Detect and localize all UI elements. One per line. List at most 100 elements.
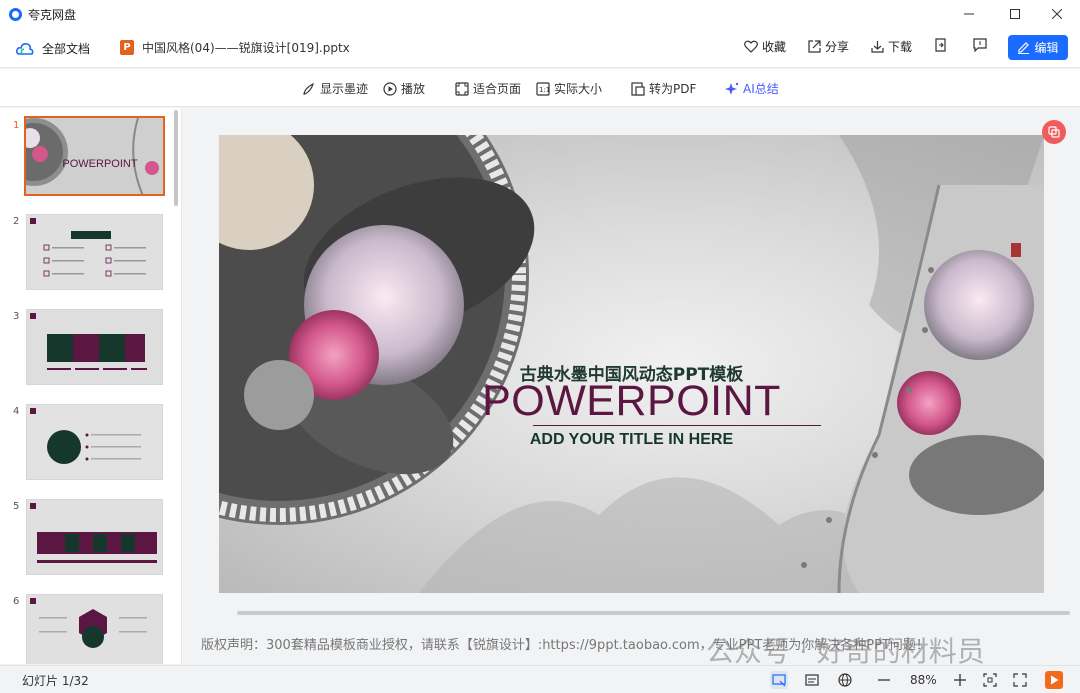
title-bar: 夸克网盘	[0, 0, 1080, 28]
thumb-number: 2	[13, 216, 20, 227]
slide-canvas: 古典水墨中国风动态PPT模板 POWERPOINT ADD YOUR TITLE…	[219, 135, 1044, 593]
fullscreen-icon	[1013, 673, 1027, 687]
globe-icon	[838, 673, 852, 687]
slide-thumbnail-6[interactable]	[26, 594, 163, 664]
fullscreen-button[interactable]	[1011, 671, 1029, 689]
show-ink-label: 显示墨迹	[320, 82, 369, 96]
notes-view-button[interactable]	[803, 671, 821, 689]
thumb-1-graphic: POWERPOINT	[26, 118, 163, 194]
app-logo-icon	[9, 7, 22, 21]
slide-thumbnail-2[interactable]	[26, 214, 163, 290]
favorite-button[interactable]: 收藏	[744, 38, 786, 55]
fit-page-button[interactable]: 适合页面	[455, 80, 521, 97]
horizontal-scrollbar[interactable]	[237, 611, 1070, 615]
close-icon	[1052, 9, 1062, 19]
plus-icon	[954, 674, 966, 686]
heart-icon	[744, 40, 758, 53]
zoom-out-button[interactable]	[875, 671, 893, 689]
svg-text:1:1: 1:1	[539, 86, 550, 94]
file-title: P 中国风格(04)——锐旗设计[019].pptx	[120, 39, 350, 56]
pdf-convert-icon	[631, 81, 645, 96]
slide-thumbnail-panel: 1 POWERPOINT 2 3 4 5 6	[0, 108, 182, 664]
thumb-number: 3	[13, 311, 20, 322]
slide-tagline: ADD YOUR TITLE IN HERE	[529, 431, 734, 448]
all-docs-link[interactable]: 全部文档	[16, 40, 90, 57]
share-button[interactable]: 分享	[808, 38, 849, 55]
zoom-level: 88%	[910, 673, 937, 687]
show-ink-button[interactable]: 显示墨迹	[302, 80, 368, 97]
open-external-button[interactable]	[934, 38, 947, 52]
download-icon	[871, 41, 884, 53]
actual-size-button[interactable]: 1:1 实际大小	[536, 80, 602, 97]
to-pdf-button[interactable]: 转为PDF	[631, 80, 696, 97]
fit-window-icon	[983, 673, 997, 687]
normal-view-icon	[772, 674, 786, 687]
ai-summary-button[interactable]: AI总结	[725, 80, 779, 97]
sidebar-scrollbar[interactable]	[174, 110, 178, 206]
download-label: 下载	[888, 40, 913, 54]
download-button[interactable]: 下载	[871, 38, 912, 55]
slide-title-divider	[533, 425, 821, 426]
slideshow-play-button[interactable]	[1045, 671, 1063, 689]
notes-icon	[805, 674, 819, 686]
actual-size-label: 实际大小	[554, 82, 603, 96]
play-triangle-icon	[1051, 675, 1059, 685]
copy-icon	[1048, 126, 1060, 138]
share-icon	[808, 40, 821, 53]
copy-slide-button[interactable]	[1042, 120, 1066, 144]
fit-window-button[interactable]	[981, 671, 999, 689]
app-title: 夸克网盘	[28, 7, 77, 22]
thumb-2-graphic	[27, 215, 162, 289]
pencil-icon	[1018, 42, 1030, 54]
fit-page-label: 适合页面	[473, 82, 522, 96]
minimize-button[interactable]	[946, 0, 992, 28]
fit-page-icon	[455, 81, 469, 96]
thumb-number: 5	[13, 501, 20, 512]
edit-label: 编辑	[1034, 41, 1059, 55]
watermark-text: 公众号 · 好奇的材料员	[706, 635, 985, 668]
normal-view-button[interactable]	[770, 671, 788, 689]
slide-viewer: 古典水墨中国风动态PPT模板 POWERPOINT ADD YOUR TITLE…	[183, 108, 1080, 664]
thumb-number: 1	[13, 120, 20, 131]
zoom-in-button[interactable]	[951, 671, 969, 689]
document-export-icon	[935, 38, 946, 52]
ai-sparkle-icon	[725, 82, 739, 95]
ink-pen-icon	[303, 82, 314, 95]
share-label: 分享	[825, 40, 850, 54]
actual-size-icon: 1:1	[536, 81, 550, 96]
slide-thumbnail-1[interactable]: POWERPOINT	[24, 116, 165, 196]
pptx-file-icon: P	[120, 40, 134, 55]
minimize-icon	[964, 13, 974, 15]
all-docs-label: 全部文档	[42, 42, 91, 56]
thumb-number: 4	[13, 406, 20, 417]
thumb-3-graphic	[27, 310, 162, 384]
thumb-4-graphic	[27, 405, 162, 479]
slide-thumbnail-5[interactable]	[26, 499, 163, 575]
maximize-button[interactable]	[992, 0, 1038, 28]
minus-icon	[878, 679, 890, 681]
thumb-5-graphic	[27, 500, 162, 574]
view-toolbar: 显示墨迹 播放 适合页面 1:1 实际大小 转为PDF AI总结	[0, 69, 1080, 107]
play-button[interactable]: 播放	[383, 80, 425, 97]
thumb-6-graphic	[27, 595, 162, 664]
web-view-button[interactable]	[836, 671, 854, 689]
slide-counter: 幻灯片 1/32	[22, 674, 89, 688]
edit-button[interactable]: 编辑	[1008, 35, 1068, 60]
slide-thumbnail-3[interactable]	[26, 309, 163, 385]
play-icon	[383, 81, 397, 96]
thumb-1-title: POWERPOINT	[62, 158, 137, 170]
maximize-icon	[1010, 9, 1020, 19]
file-name: 中国风格(04)——锐旗设计[019].pptx	[142, 41, 350, 55]
feedback-button[interactable]	[973, 38, 987, 52]
comment-icon	[973, 38, 987, 52]
ai-summary-label: AI总结	[743, 82, 779, 96]
slide-main-title: POWERPOINT	[482, 377, 781, 425]
to-pdf-label: 转为PDF	[649, 82, 697, 96]
thumb-number: 6	[13, 596, 20, 607]
status-bar: 幻灯片 1/32 88%	[0, 665, 1080, 693]
slide-thumbnail-4[interactable]	[26, 404, 163, 480]
favorite-label: 收藏	[762, 40, 787, 54]
play-label: 播放	[401, 82, 426, 96]
close-button[interactable]	[1034, 0, 1080, 28]
cloud-icon	[16, 42, 34, 55]
